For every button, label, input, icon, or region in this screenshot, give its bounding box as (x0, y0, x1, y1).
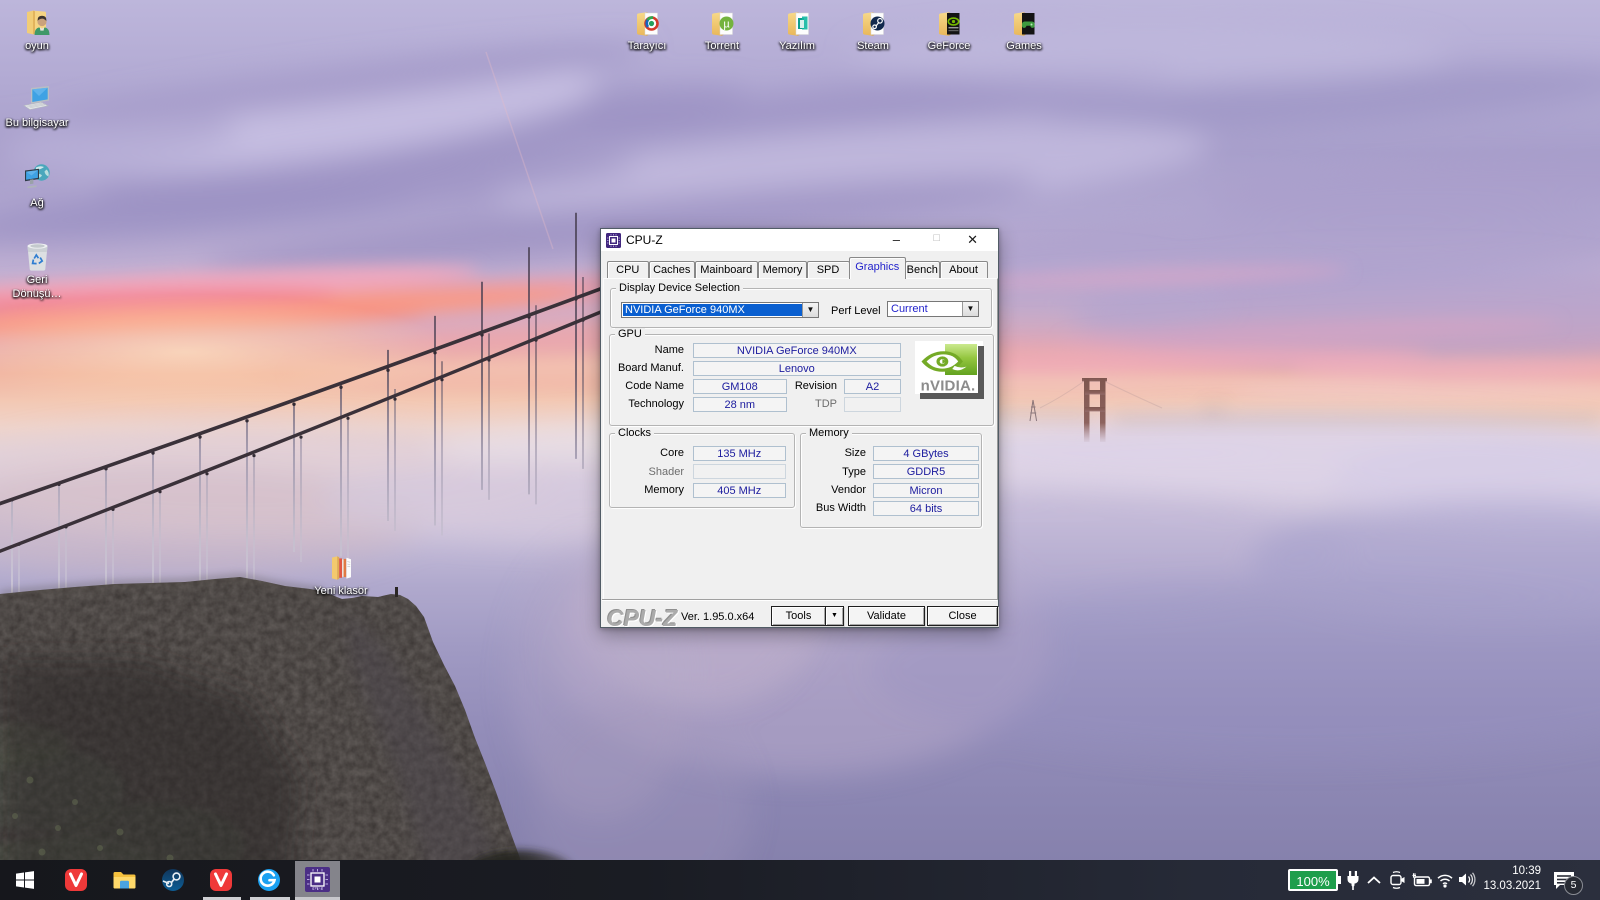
svg-text:µ: µ (723, 19, 730, 31)
svg-text:nVIDIA.: nVIDIA. (921, 378, 976, 395)
svg-text:CPU-Z: CPU-Z (312, 887, 322, 891)
